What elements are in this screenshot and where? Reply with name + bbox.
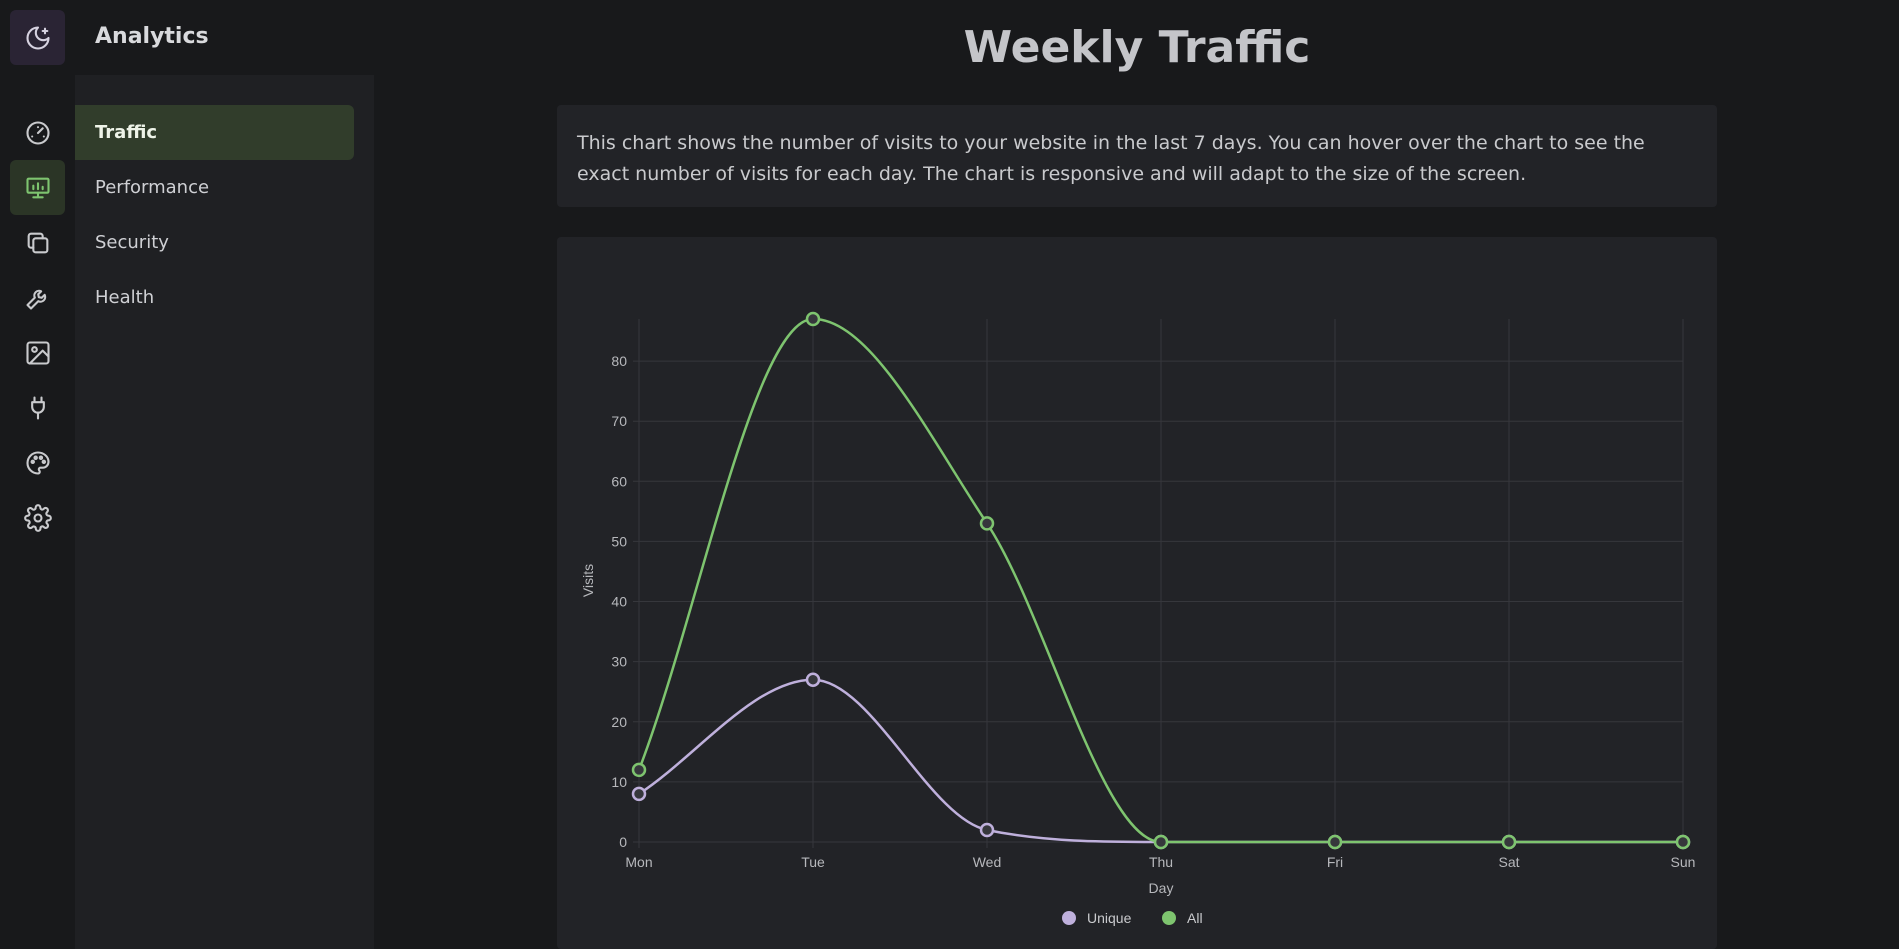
sidebar-item-label: Security xyxy=(95,232,169,253)
y-tick-label: 70 xyxy=(611,413,627,429)
data-point-all[interactable] xyxy=(805,311,821,327)
palette-icon xyxy=(26,450,50,475)
rail-button-presentation-chart[interactable] xyxy=(10,160,65,215)
data-point-all[interactable] xyxy=(1153,834,1169,850)
x-tick-label: Sat xyxy=(1498,854,1519,870)
x-axis-title: Day xyxy=(1149,880,1174,896)
traffic-chart[interactable]: 0 10 20 30 40 50 60 70 80 Mon Tue Wed Thu Fri Sat Sun Da… xyxy=(557,237,1717,949)
x-tick-label: Wed xyxy=(973,854,1002,870)
sidebar: Traffic Performance Security Health xyxy=(75,75,374,949)
x-tick-label: Mon xyxy=(625,854,652,870)
rail-button-plug[interactable] xyxy=(10,380,65,435)
rail-button-palette[interactable] xyxy=(10,435,65,490)
gear-icon xyxy=(23,503,52,532)
sidebar-item-security[interactable]: Security xyxy=(75,215,354,270)
sidebar-item-label: Health xyxy=(95,287,155,308)
y-tick-label: 80 xyxy=(611,353,627,369)
data-point-all[interactable] xyxy=(631,762,647,778)
app-title: Analytics xyxy=(95,24,209,49)
legend-label-unique[interactable]: Unique xyxy=(1087,910,1132,926)
y-tick-label: 60 xyxy=(611,473,627,489)
sidebar-item-traffic[interactable]: Traffic xyxy=(75,105,354,160)
y-tick-label: 30 xyxy=(611,654,627,670)
x-tick-label: Tue xyxy=(801,854,825,870)
sidebar-item-health[interactable]: Health xyxy=(75,270,354,325)
wrench-icon xyxy=(25,289,46,310)
description-text: This chart shows the number of visits to… xyxy=(577,132,1645,185)
data-point-all[interactable] xyxy=(979,516,995,531)
rail-button-gear[interactable] xyxy=(10,490,65,545)
sidebar-item-label: Traffic xyxy=(95,122,158,143)
y-axis-title: Visits xyxy=(580,564,596,597)
legend-marker-unique[interactable] xyxy=(1062,911,1076,925)
data-point-unique[interactable] xyxy=(979,822,995,838)
image-icon xyxy=(25,340,50,365)
copy-icon xyxy=(27,232,48,253)
rail-button-copy[interactable] xyxy=(10,215,65,270)
data-point-unique[interactable] xyxy=(631,786,647,802)
moon-stars-icon xyxy=(25,25,50,50)
x-tick-label: Sun xyxy=(1671,854,1696,870)
x-tick-label: Thu xyxy=(1149,854,1173,870)
description-card: This chart shows the number of visits to… xyxy=(557,105,1717,207)
chart-card[interactable]: 0 10 20 30 40 50 60 70 80 Mon Tue Wed Thu Fri Sat Sun Da… xyxy=(557,237,1717,949)
rail-button-image[interactable] xyxy=(10,325,65,380)
presentation-chart-icon xyxy=(25,177,50,198)
y-tick-label: 50 xyxy=(611,533,627,549)
y-tick-label: 20 xyxy=(611,714,627,730)
rail-button-wrench[interactable] xyxy=(10,270,65,325)
y-tick-label: 0 xyxy=(619,834,627,850)
sidebar-item-label: Performance xyxy=(95,177,210,198)
plug-icon xyxy=(30,395,45,420)
y-tick-label: 10 xyxy=(611,774,627,790)
legend-marker-all[interactable] xyxy=(1162,911,1176,925)
legend-label-all[interactable]: All xyxy=(1187,910,1203,926)
sidebar-item-performance[interactable]: Performance xyxy=(75,160,354,215)
data-point-all[interactable] xyxy=(1501,834,1517,850)
logo-button[interactable] xyxy=(10,10,65,65)
rail-button-gauge[interactable] xyxy=(10,105,65,160)
data-point-all[interactable] xyxy=(1675,834,1691,850)
gauge-icon xyxy=(25,120,50,145)
icon-rail xyxy=(0,0,75,949)
x-tick-label: Fri xyxy=(1327,854,1343,870)
data-point-all[interactable] xyxy=(1327,834,1343,850)
data-point-unique[interactable] xyxy=(805,672,821,687)
page-title: Weekly Traffic xyxy=(963,22,1311,73)
y-tick-label: 40 xyxy=(611,594,627,610)
